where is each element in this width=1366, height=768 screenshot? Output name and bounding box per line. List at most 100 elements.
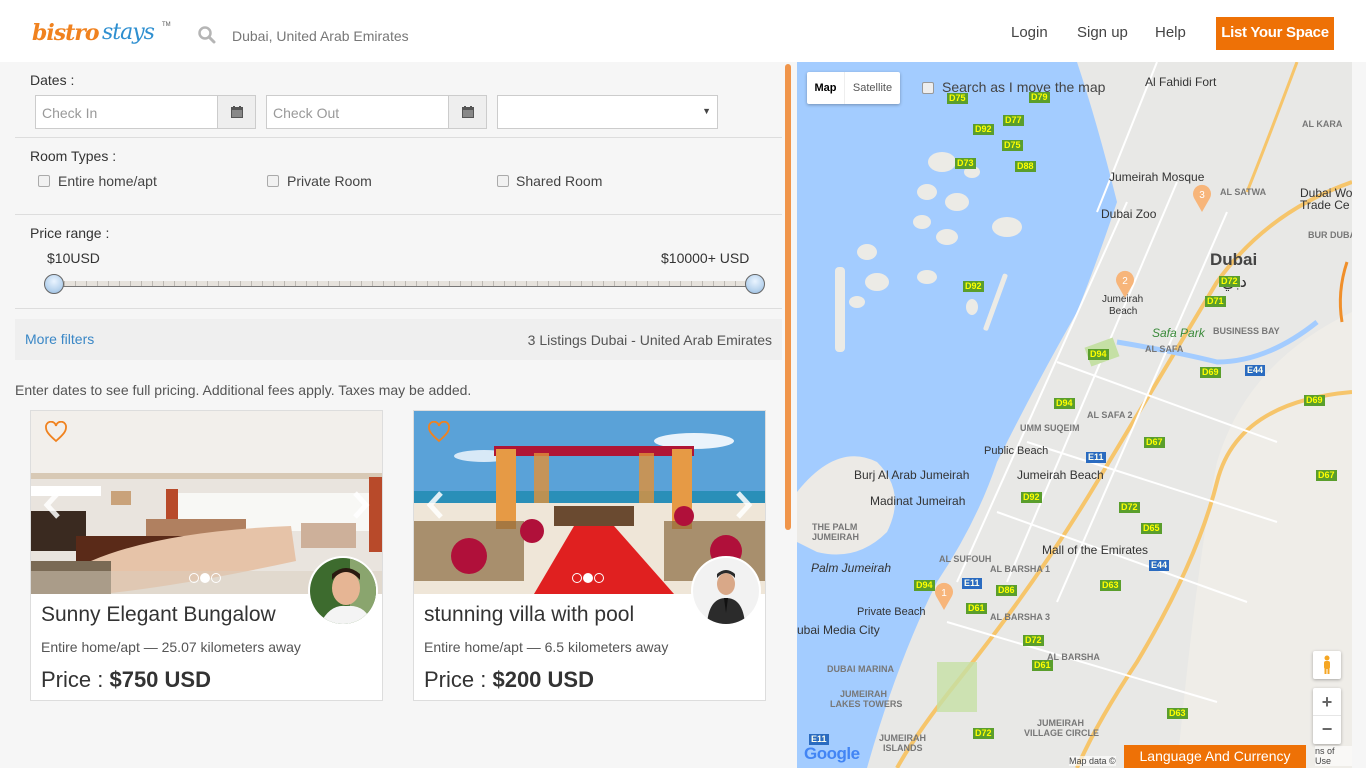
help-link[interactable]: Help [1155,24,1186,41]
map-label: AL BARSHA 1 [990,564,1051,574]
host-avatar[interactable] [691,556,761,626]
listing-map-pin-1[interactable]: 1 [934,582,954,610]
zoom-in-button[interactable]: + [1313,688,1341,716]
map-label: Trade Ce [1300,198,1350,212]
shared-room-checkbox[interactable] [497,175,509,187]
map-label: AL BARSHA [1047,652,1100,662]
road-tag: D72 [1119,502,1140,513]
page-scrollbar[interactable] [1352,62,1366,768]
pricing-notice: Enter dates to see full pricing. Additio… [15,382,472,398]
check-out-field[interactable]: Check Out [266,95,487,129]
favorite-heart-icon[interactable] [427,421,451,443]
search-as-move-checkbox[interactable] [922,82,934,94]
location-search-input[interactable]: Dubai, United Arab Emirates [232,28,409,44]
listing-price: Price : $200 USD [424,667,594,693]
entire-home-label: Entire home/apt [58,173,157,189]
previous-photo-icon[interactable] [426,491,446,519]
private-room-checkbox[interactable] [267,175,279,187]
map-view[interactable]: Map Satellite Search as I move the map A… [797,62,1352,768]
carousel-dot[interactable] [189,573,199,583]
carousel-indicators [572,573,604,583]
divider [15,308,782,309]
next-photo-icon[interactable] [733,491,753,519]
guests-select[interactable]: ▼ [497,95,718,129]
road-tag: E11 [962,578,982,589]
calendar-icon[interactable] [217,96,255,128]
carousel-indicators [189,573,221,583]
price-slider-track[interactable] [54,281,756,287]
logo-trademark: TM [162,22,171,28]
map-label: AL SUFOUH [939,554,992,564]
road-tag: D92 [1021,492,1042,503]
map-label: Al Fahidi Fort [1145,75,1217,89]
listing-price: Price : $750 USD [41,667,211,693]
price-value: $750 USD [109,667,211,692]
language-currency-button[interactable]: Language And Currency [1124,745,1306,768]
road-tag: D75 [1002,140,1023,151]
listing-subtitle: Entire home/apt — 25.07 kilometers away [41,639,301,655]
listing-card[interactable]: Sunny Elegant Bungalow Entire home/apt —… [30,410,383,701]
carousel-dot-active[interactable] [583,573,593,583]
road-tag: D94 [1088,349,1109,360]
map-type-control: Map Satellite [807,72,900,104]
road-tag: D94 [1054,398,1075,409]
map-label: ubai Media City [797,623,880,637]
check-in-field[interactable]: Check In [35,95,256,129]
listing-map-pin-2[interactable]: 2 [1115,270,1135,298]
bistrostays-logo[interactable]: bistro stays TM [30,14,171,54]
carousel-dot[interactable] [211,573,221,583]
next-photo-icon[interactable] [350,491,370,519]
signup-link[interactable]: Sign up [1077,24,1128,41]
listing-count: 3 Listings Dubai - United Arab Emirates [527,332,772,348]
road-tag: D65 [1141,523,1162,534]
favorite-heart-icon[interactable] [44,421,68,443]
map-label: JUMEIRAH [1037,718,1085,728]
map-label: Beach [1109,306,1138,317]
map-label: Dubai Zoo [1101,207,1157,221]
calendar-icon[interactable] [448,96,486,128]
logo-text-bistro: bistro [32,20,100,46]
map-attribution: Map data © [1069,756,1116,766]
price-min-handle[interactable] [44,274,64,294]
price-max-handle[interactable] [745,274,765,294]
road-tag: D92 [973,124,994,135]
shared-room-label: Shared Room [516,173,603,189]
road-tag: D67 [1316,470,1337,481]
carousel-dot-active[interactable] [200,573,210,583]
search-icon[interactable] [198,26,216,44]
terms-of-use-link[interactable]: ns of Use [1315,746,1352,766]
road-tag: D63 [1100,580,1121,591]
street-view-pegman-icon[interactable] [1313,651,1341,679]
map-label: BUSINESS BAY [1213,326,1280,336]
listing-title[interactable]: stunning villa with pool [424,603,634,627]
map-label: Burj Al Arab Jumeirah [854,468,970,482]
road-tag: D94 [914,580,935,591]
map-label: ISLANDS [883,743,923,753]
carousel-dot[interactable] [572,573,582,583]
map-label: AL KARA [1302,119,1343,129]
login-link[interactable]: Login [1011,24,1048,41]
results-scrollbar[interactable] [785,64,791,530]
zoom-out-button[interactable]: − [1313,716,1341,743]
listing-map-pin-3[interactable]: 3 [1192,184,1212,212]
road-tag: D69 [1200,367,1221,378]
previous-photo-icon[interactable] [43,491,63,519]
list-your-space-button[interactable]: List Your Space [1216,17,1334,50]
more-filters-link[interactable]: More filters [25,331,94,347]
map-label: Private Beach [857,606,926,618]
map-type-satellite-button[interactable]: Satellite [845,72,900,104]
check-in-placeholder: Check In [42,105,98,121]
carousel-dot[interactable] [594,573,604,583]
map-label: VILLAGE CIRCLE [1024,728,1100,738]
map-type-map-button[interactable]: Map [807,72,845,104]
road-tag: D86 [996,585,1017,596]
chevron-down-icon: ▼ [702,106,711,116]
google-logo[interactable]: Google [804,744,860,764]
entire-home-checkbox[interactable] [38,175,50,187]
host-avatar[interactable] [308,556,378,626]
listing-card[interactable]: stunning villa with pool Entire home/apt… [413,410,766,701]
map-label: LAKES TOWERS [830,699,903,709]
listing-title[interactable]: Sunny Elegant Bungalow [41,603,276,627]
svg-text:2: 2 [1122,276,1128,287]
road-tag: D75 [947,93,968,104]
